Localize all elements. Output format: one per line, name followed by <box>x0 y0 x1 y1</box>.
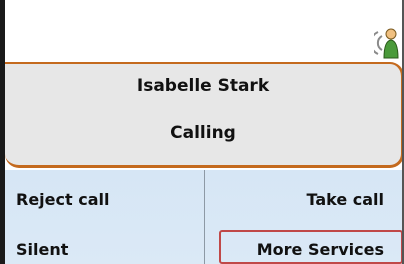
call-status: Calling <box>170 123 236 143</box>
take-call-button[interactable]: Take call <box>306 190 384 209</box>
caller-name: Isabelle Stark <box>136 76 270 96</box>
silent-button[interactable]: Silent <box>16 240 68 259</box>
softkey-divider <box>204 170 205 264</box>
phone-screen: Isabelle Stark Calling Reject call Take … <box>0 0 404 264</box>
signal-person-icon <box>374 28 399 59</box>
reject-call-button[interactable]: Reject call <box>16 190 109 209</box>
call-info-panel: Isabelle Stark Calling <box>5 62 404 168</box>
more-services-button[interactable]: More Services <box>257 240 384 259</box>
softkey-area: Reject call Take call Silent More Servic… <box>5 170 404 264</box>
status-area <box>5 0 404 62</box>
